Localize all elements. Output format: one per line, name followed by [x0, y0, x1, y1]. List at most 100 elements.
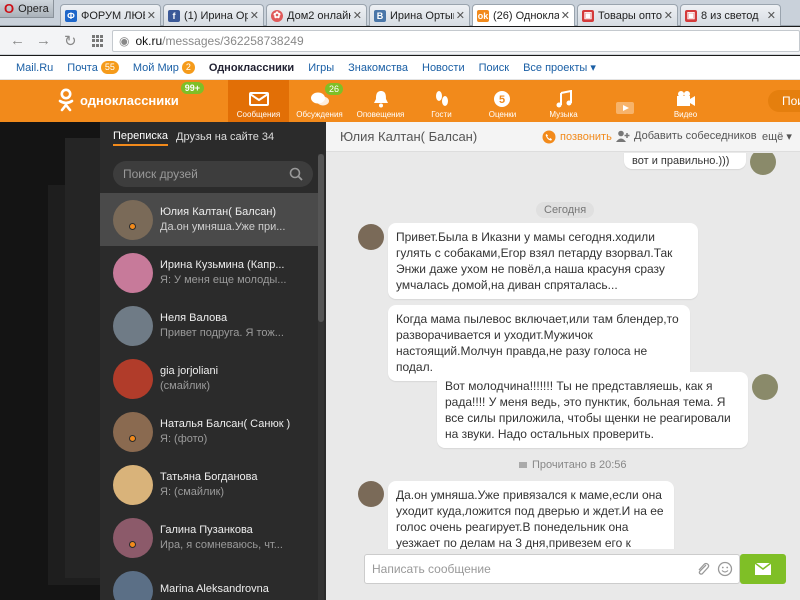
browser-tab[interactable]: ФФОРУМ ЛЮБИ✕ — [60, 4, 161, 26]
forum-favicon-icon: Ф — [65, 9, 77, 22]
shop-favicon-icon: ▣ — [685, 9, 697, 22]
ok-logo-icon — [58, 88, 74, 112]
portal-link-games[interactable]: Игры — [308, 62, 334, 74]
friends-search-placeholder: Поиск друзей — [123, 167, 198, 181]
add-participants-button[interactable]: Добавить собеседников — [616, 130, 757, 142]
dom2-favicon-icon: ✿ — [271, 9, 283, 22]
browser-tab[interactable]: ✿ Дом2 онлайн ✕ — [266, 4, 367, 26]
ok-search-input[interactable]: Пои — [768, 90, 800, 112]
url-path: /messages/362258738249 — [162, 34, 304, 48]
message-outgoing: вот и правильно.))) — [624, 153, 746, 169]
friend-name: Ирина Кузьмина (Капр... — [160, 259, 285, 271]
eye-icon — [519, 462, 527, 468]
nav-ratings[interactable]: 5 Оценки — [472, 80, 533, 122]
portal-link-search[interactable]: Поиск — [479, 62, 509, 74]
portal-link-news[interactable]: Новости — [422, 62, 465, 74]
portal-link-all-projects[interactable]: Все проекты ▾ — [523, 61, 596, 74]
play-icon — [615, 102, 634, 114]
portal-link-mailru[interactable]: Mail.Ru — [16, 62, 53, 74]
avatar — [113, 358, 153, 399]
nav-video[interactable]: Видео — [655, 80, 716, 122]
music-icon — [556, 90, 572, 108]
back-arrow-icon[interactable]: ← — [10, 32, 25, 49]
rating-icon: 5 — [493, 91, 510, 107]
close-tab-icon[interactable]: ✕ — [767, 9, 776, 22]
friend-item[interactable]: Татьяна Богданова Я: (смайлик) — [100, 458, 318, 511]
close-tab-icon[interactable]: ✕ — [250, 9, 259, 22]
more-menu-button[interactable]: ещё ▾ — [762, 130, 792, 143]
close-tab-icon[interactable]: ✕ — [664, 9, 673, 22]
call-button[interactable]: позвонить — [542, 130, 612, 144]
friend-item[interactable]: Marina Aleksandrovna — [100, 564, 318, 600]
address-bar: ← → ↻ ◉ ok.ru/messages/362258738249 — [0, 27, 800, 55]
online-indicator — [129, 435, 136, 442]
tab-chats[interactable]: Переписка — [113, 130, 169, 146]
portal-link-dating[interactable]: Знакомства — [348, 62, 408, 74]
avatar — [113, 252, 153, 293]
browser-tab[interactable]: ▣ 8 из светод ✕ — [680, 4, 781, 26]
avatar — [113, 464, 153, 505]
ok-favicon-icon: ok — [477, 9, 489, 22]
browser-tab-active[interactable]: ok (26) Однокла ✕ — [472, 4, 575, 26]
smiley-icon[interactable] — [717, 561, 733, 577]
nav-music[interactable]: Музыка — [533, 80, 594, 122]
chat-panel: Юлия Калтан( Балсан) позвонить Добавить … — [326, 122, 800, 600]
close-tab-icon[interactable]: ✕ — [147, 9, 156, 22]
discussions-count-badge: 26 — [325, 83, 344, 95]
friends-scrollbar[interactable] — [318, 154, 324, 600]
nav-discussions[interactable]: 26 Обсуждения — [289, 80, 350, 122]
chat-title[interactable]: Юлия Калтан( Балсан) — [340, 129, 477, 144]
friend-item[interactable]: Галина Пузанкова Ира, я сомневаюсь, чт... — [100, 511, 318, 564]
paperclip-icon[interactable] — [695, 561, 711, 577]
tab-friends-online[interactable]: Друзья на сайте 34 — [176, 131, 274, 145]
friend-name: Юлия Калтан( Балсан) — [160, 206, 277, 218]
mailru-portal-bar: Mail.Ru Почта 55 Мой Мир 2 Одноклассники И… — [0, 56, 800, 80]
avatar — [358, 224, 384, 250]
reload-icon[interactable]: ↻ — [64, 32, 77, 50]
nav-messages[interactable]: Сообщения — [228, 80, 289, 122]
scrollbar-thumb[interactable] — [318, 154, 324, 322]
message-input[interactable]: Написать сообщение — [364, 554, 740, 584]
avatar — [113, 199, 153, 240]
friend-item[interactable]: Ирина Кузьмина (Капр... Я: У меня еще мол… — [100, 246, 318, 299]
close-tab-icon[interactable]: ✕ — [561, 9, 570, 22]
portal-link-ok[interactable]: Одноклассники — [209, 62, 294, 74]
online-indicator — [129, 223, 136, 230]
browser-tab[interactable]: B Ирина Ортын ✕ — [369, 4, 470, 26]
friends-search-input[interactable]: Поиск друзей — [113, 161, 313, 187]
ok-logo[interactable]: одноклассники 99+ — [58, 82, 205, 112]
friend-item[interactable]: Юлия Калтан( Балсан) Да.он умняша.Уже при… — [100, 193, 318, 246]
friend-item[interactable]: Неля Валова Привет подруга. Я тож... — [100, 299, 318, 352]
friend-name: Неля Валова — [160, 312, 228, 324]
avatar — [358, 481, 384, 507]
message-incoming: Привет.Была в Иказни у мамы сегодня.ходи… — [388, 223, 698, 299]
globe-icon: ◉ — [119, 34, 130, 48]
opera-menu-button[interactable]: O Opera — [0, 0, 54, 18]
url-input[interactable]: ◉ ok.ru/messages/362258738249 — [112, 30, 800, 52]
speed-dial-icon[interactable] — [92, 35, 104, 47]
friend-item[interactable]: Наталья Балсан( Санюк ) Я: (фото) — [100, 405, 318, 458]
browser-tab[interactable]: ▣ Товары опто ✕ — [577, 4, 678, 26]
portal-link-mail[interactable]: Почта 55 — [67, 61, 119, 74]
svg-text:5: 5 — [498, 94, 504, 106]
ok-events-badge: 99+ — [180, 82, 205, 94]
nav-notifications[interactable]: Оповещения — [350, 80, 411, 122]
mail-count-badge: 55 — [100, 61, 119, 74]
send-button[interactable] — [740, 554, 786, 584]
nav-play[interactable] — [594, 80, 655, 122]
message-outgoing: Вот молодчина!!!!!!! Ты не представляешь… — [437, 372, 748, 448]
close-tab-icon[interactable]: ✕ — [456, 9, 465, 22]
forward-arrow-icon[interactable]: → — [36, 32, 51, 49]
background-panel — [65, 138, 100, 578]
browser-tab[interactable]: f(1) Ирина Орт✕ — [163, 4, 264, 26]
search-icon[interactable] — [289, 167, 303, 181]
opera-label: Opera — [18, 2, 49, 15]
nav-guests[interactable]: Гости — [411, 80, 472, 122]
close-tab-icon[interactable]: ✕ — [353, 9, 362, 22]
portal-link-mymir[interactable]: Мой Мир 2 — [133, 61, 195, 74]
opera-logo-icon: O — [4, 1, 15, 16]
mymir-count-badge: 2 — [181, 61, 195, 74]
send-envelope-icon — [754, 562, 772, 575]
friend-name: Marina Aleksandrovna — [160, 583, 269, 595]
friend-item[interactable]: gia jorjoliani (смайлик) — [100, 352, 318, 405]
